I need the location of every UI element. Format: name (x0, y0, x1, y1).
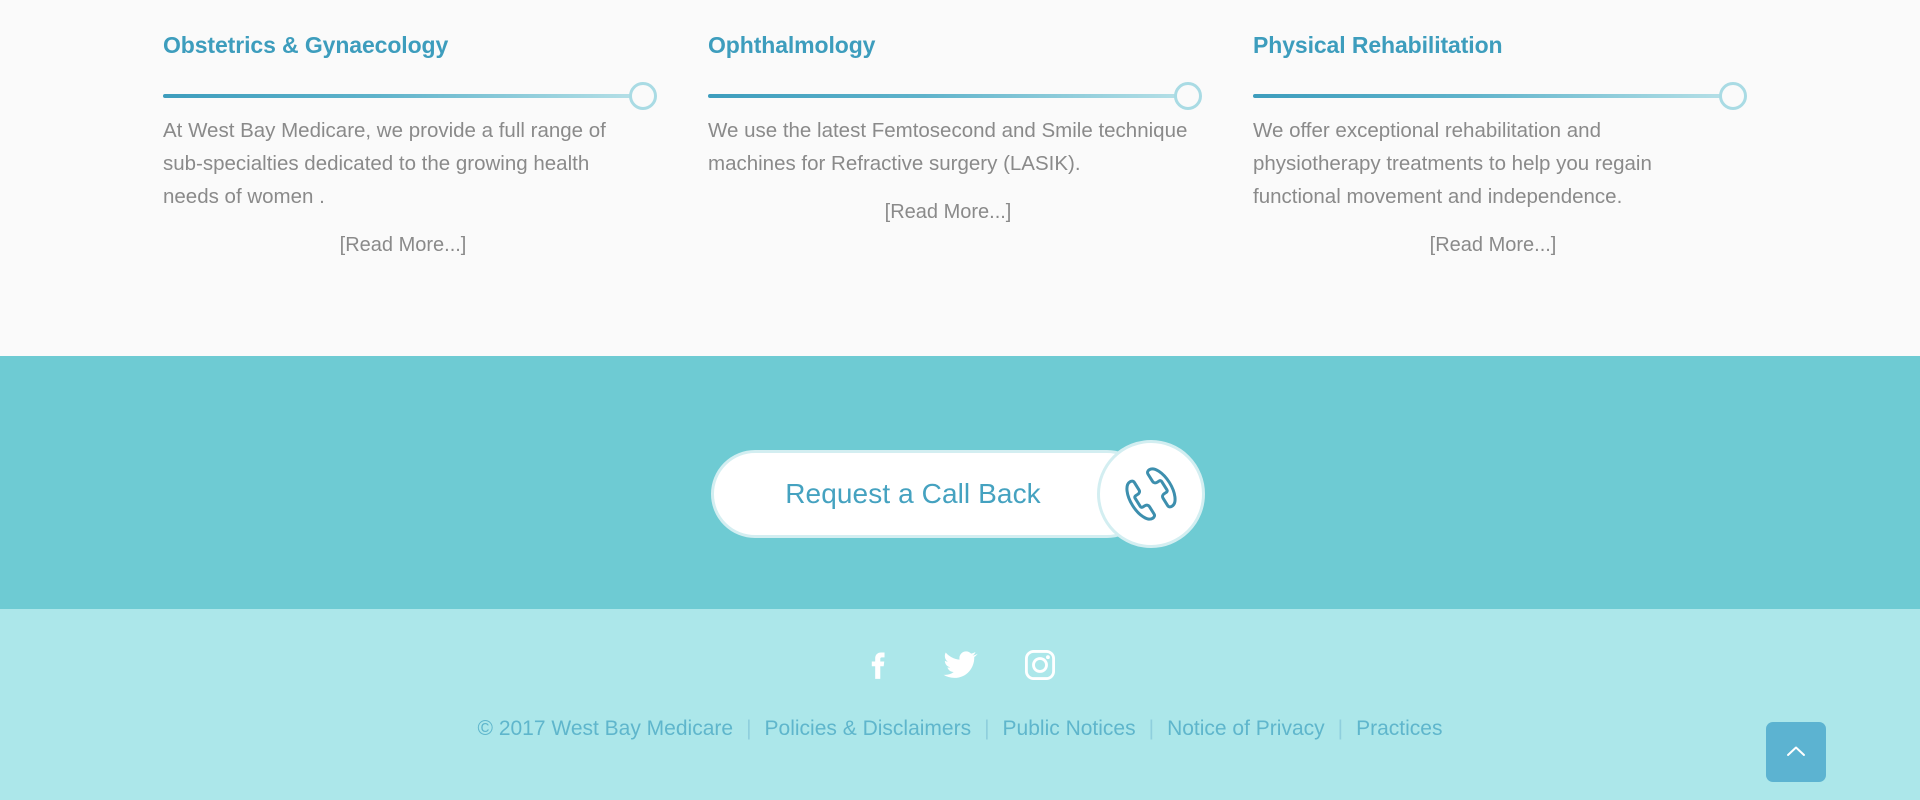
footer-link-public-notices[interactable]: Public Notices (1003, 717, 1136, 741)
service-title: Ophthalmology (708, 32, 876, 58)
service-divider (708, 80, 1202, 112)
chevron-up-icon (1782, 738, 1810, 766)
read-more-link[interactable]: [Read More...] (1430, 234, 1557, 256)
instagram-icon[interactable] (1020, 645, 1060, 685)
footer-link-policies-disclaimers[interactable]: Policies & Disclaimers (765, 717, 972, 741)
service-description: At West Bay Medicare, we provide a full … (163, 119, 606, 209)
twitter-icon[interactable] (940, 645, 980, 685)
copyright-text: © 2017 West Bay Medicare (477, 717, 734, 740)
footer-link-notice-of-privacy[interactable]: Notice of Privacy (1167, 717, 1325, 741)
divider-dot-icon (1174, 82, 1202, 111)
read-more-row: [Read More...] (708, 201, 1188, 224)
call-back-band: Request a Call Back (0, 356, 1920, 609)
service-title: Obstetrics & Gynaecology (163, 32, 449, 58)
divider-dot-icon (629, 82, 657, 111)
service-title: Physical Rehabilitation (1253, 32, 1503, 58)
read-more-row: [Read More...] (163, 234, 643, 257)
service-divider (1253, 80, 1747, 112)
phone-handset-icon[interactable] (1097, 440, 1205, 548)
footer-link-practices[interactable]: Practices (1356, 717, 1442, 741)
footer-separator: | (746, 717, 752, 740)
read-more-link[interactable]: [Read More...] (340, 234, 467, 256)
read-more-link[interactable]: [Read More...] (885, 201, 1012, 223)
request-call-back-label: Request a Call Back (785, 478, 1041, 509)
divider-line (708, 94, 1188, 99)
read-more-row: [Read More...] (1253, 234, 1733, 257)
footer-separator: | (984, 717, 990, 740)
footer-separator: | (1148, 717, 1155, 740)
footer-separator: | (1337, 717, 1344, 740)
request-call-back-group: Request a Call Back (711, 440, 1233, 548)
service-card-physical-rehabilitation: Physical Rehabilitation We offer excepti… (1253, 0, 1747, 257)
divider-line (163, 94, 643, 99)
site-footer: © 2017 West Bay Medicare | Policies & Di… (0, 609, 1920, 800)
social-links (0, 609, 1920, 685)
service-description: We offer exceptional rehabilitation and … (1253, 119, 1652, 209)
service-card-ophthalmology: Ophthalmology We use the latest Femtosec… (708, 0, 1202, 257)
service-description: We use the latest Femtosecond and Smile … (708, 119, 1188, 176)
service-divider (163, 80, 657, 112)
facebook-icon[interactable] (860, 645, 900, 685)
service-card-obstetrics-gynaecology: Obstetrics & Gynaecology At West Bay Med… (163, 0, 657, 257)
services-section: Obstetrics & Gynaecology At West Bay Med… (0, 0, 1920, 356)
divider-line (1253, 94, 1733, 99)
divider-dot-icon (1719, 82, 1747, 111)
services-grid: Obstetrics & Gynaecology At West Bay Med… (163, 0, 1757, 257)
scroll-to-top-button[interactable] (1766, 722, 1826, 782)
footer-link-bar: © 2017 West Bay Medicare | Policies & Di… (0, 717, 1920, 741)
request-call-back-button[interactable]: Request a Call Back (711, 450, 1151, 538)
